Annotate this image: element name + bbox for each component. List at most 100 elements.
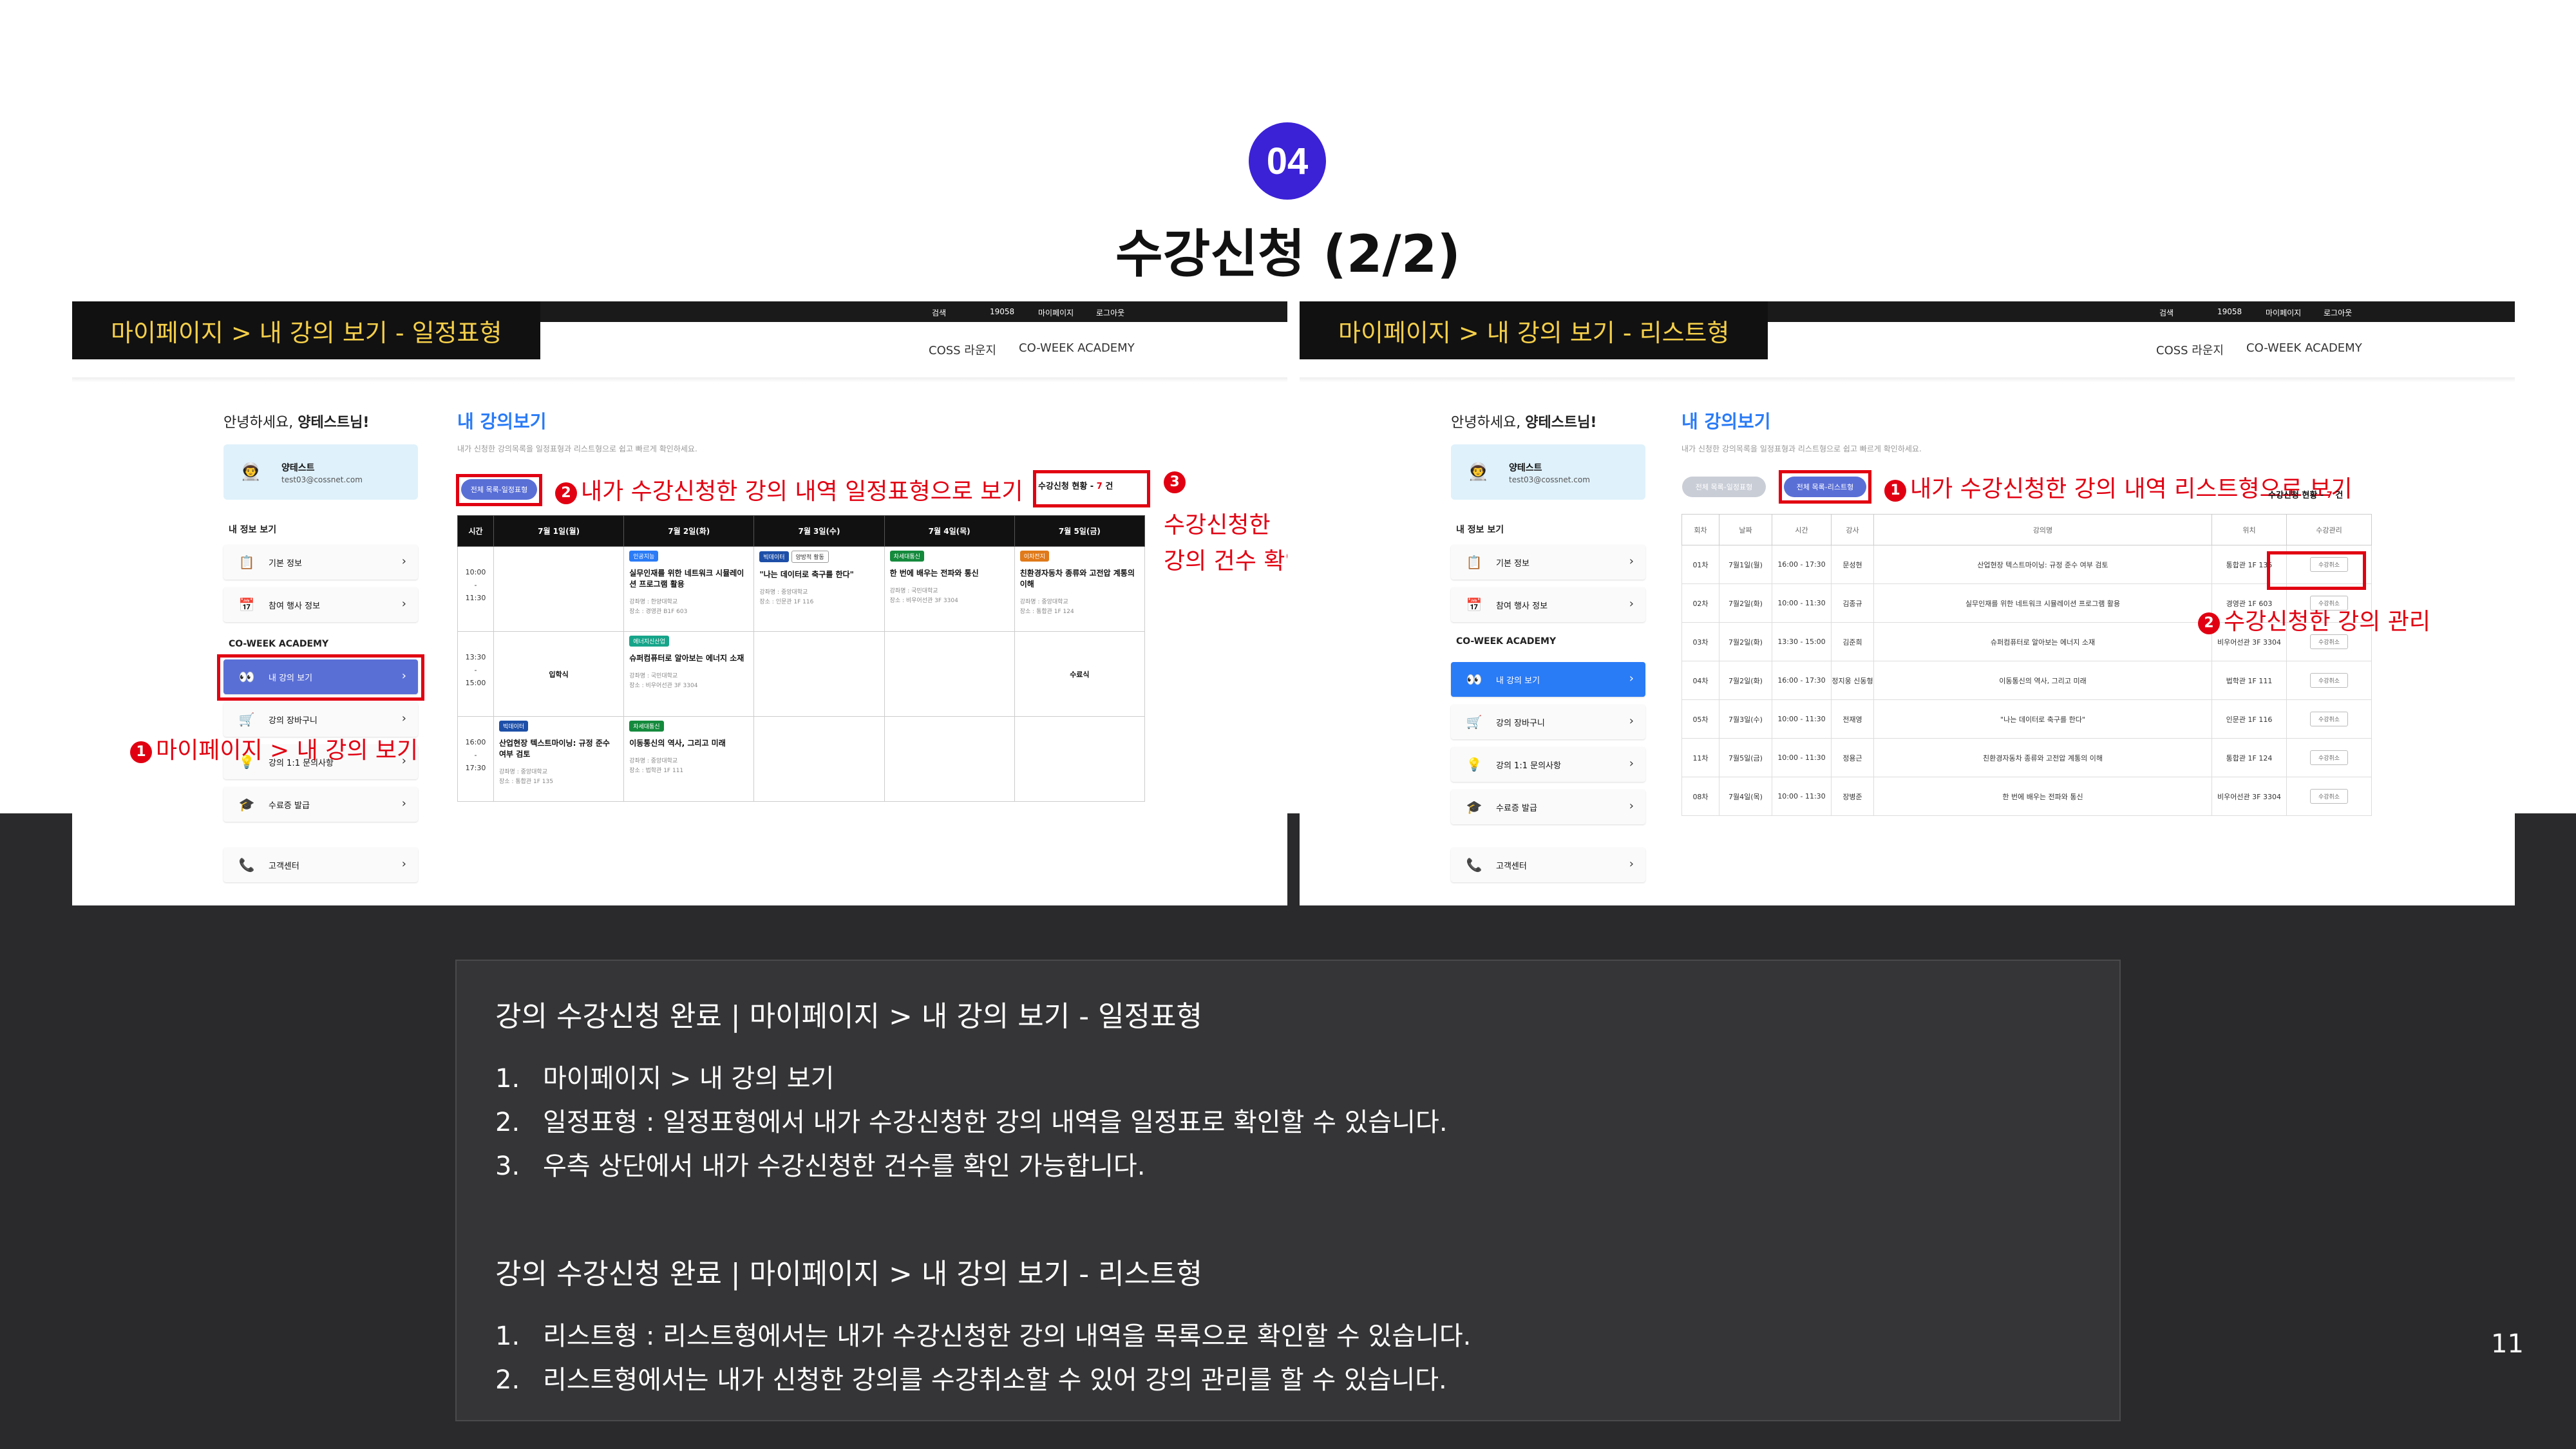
chevron-right-icon: › (1629, 597, 1634, 611)
profile-email: test03@cossnet.com (1509, 475, 1590, 484)
enrollment-count: 수강신청 현황 - 7 건 (2268, 491, 2344, 500)
page-title: 내 강의보기 (1681, 411, 1771, 432)
closing-ceremony: 수료식 (1014, 631, 1146, 717)
opening-ceremony: 입학식 (493, 631, 625, 717)
lecture-cell[interactable]: 이차전지 친환경자동차 종류와 고전압 계통의 이해 강좌명 : 중앙대학교 장소 :… (1014, 546, 1146, 632)
cancel-button[interactable]: 수강취소 (2309, 673, 2349, 688)
logout-link[interactable]: 로그아웃 (2324, 307, 2352, 318)
sidebar-item-basic-info[interactable]: 📋 기본 정보 › (1451, 545, 1645, 580)
sidebar-item-inquiry[interactable]: 💡 강의 1:1 문의사항 › (1451, 747, 1645, 782)
annotation-2: 2 수강신청한 강의 관리 (2198, 603, 2430, 636)
description-box: 강의 수강신청 완료 | 마이페이지 > 내 강의 보기 - 일정표형 1. 마이… (455, 960, 2121, 1421)
cancel-button[interactable]: 수강취소 (2309, 789, 2349, 804)
day-header: 7월 1일(월) (493, 515, 625, 547)
calendar-icon: 📅 (1466, 597, 1482, 612)
mypage-link[interactable]: 마이페이지 (2266, 307, 2301, 318)
sidebar-item-support[interactable]: 📞 고객센터 › (223, 848, 418, 882)
sidebar-item-support[interactable]: 📞 고객센터 › (1451, 848, 1645, 882)
cart-icon: 🛒 (1466, 714, 1482, 730)
chevron-right-icon: › (1629, 714, 1634, 728)
highlight-list-tab (1779, 470, 1871, 504)
nav-coss-lounge[interactable]: COSS 라운지 (929, 341, 996, 358)
sidebar-item-event-info[interactable]: 📅 참여 행사 정보 › (223, 587, 418, 622)
list-item: 1. 마이페이지 > 내 강의 보기 (495, 1064, 835, 1094)
list-view-screenshot: 검색 19058 마이페이지 로그아웃 COSS 라운지 CO-WEEK ACA… (1300, 301, 2515, 905)
page-subtitle: 내가 신청한 강의목록을 일정표형과 리스트형으로 쉽고 빠르게 확인하세요. (457, 444, 697, 453)
lecture-cell[interactable]: 에너지신산업 슈퍼컴퓨터로 알아보는 에너지 소재 강좌명 : 국민대학교 장소 : … (623, 631, 755, 717)
sidebar-item-certificate[interactable]: 🎓 수료증 발급 › (1451, 790, 1645, 824)
chevron-right-icon: › (1629, 672, 1634, 685)
chevron-right-icon: › (401, 857, 406, 871)
lecture-cell[interactable]: 빅데이터 양방적 활동 "나는 데이터로 축구를 한다" 강좌명 : 중앙대학교 장소 … (753, 546, 885, 632)
search-link[interactable]: 검색 (2159, 307, 2174, 318)
annotation-2: 2 내가 수강신청한 강의 내역 일정표형으로 보기 (555, 473, 1023, 506)
empty-cell (493, 546, 625, 632)
section-academy: CO-WEEK ACADEMY (229, 639, 329, 649)
profile-email: test03@cossnet.com (281, 475, 363, 484)
cancel-button[interactable]: 수강취소 (2309, 634, 2349, 649)
section-my-info: 내 정보 보기 (229, 525, 277, 535)
section-heading: 강의 수강신청 완료 | 마이페이지 > 내 강의 보기 - 리스트형 (495, 1258, 1202, 1291)
sidebar-item-my-lectures[interactable]: 👀 내 강의 보기 › (1451, 662, 1645, 697)
bulb-icon: 💡 (1466, 757, 1482, 772)
cancel-button[interactable]: 수강취소 (2309, 712, 2349, 726)
cart-icon: 🛒 (238, 712, 255, 727)
nav-coweek-academy[interactable]: CO-WEEK ACADEMY (1019, 341, 1135, 355)
graduation-cap-icon: 🎓 (238, 797, 255, 812)
graduation-cap-icon: 🎓 (1466, 799, 1482, 815)
avatar-icon: 👨‍🚀 (240, 462, 261, 482)
table-row: 04차 7월2일(화) 16:00 - 17:30 정지웅 신동형 이동통신의 역사, … (1681, 661, 2372, 700)
chevron-right-icon: › (1629, 757, 1634, 770)
column-header: 회차 (1681, 514, 1719, 545)
mypage-link[interactable]: 마이페이지 (1038, 307, 1074, 318)
section-my-info: 내 정보 보기 (1456, 525, 1504, 535)
annotation-3-line2: 강의 건수 확인 (1164, 548, 1287, 574)
greeting: 안녕하세요, 양테스트님! (1451, 415, 1597, 431)
nav-coss-lounge[interactable]: COSS 라운지 (2156, 341, 2224, 358)
highlight-schedule-tab (456, 474, 542, 506)
table-row: 11차 7월5일(금) 10:00 - 11:30 정용근 친환경자동차 종류와 고전압… (1681, 738, 2372, 777)
screenshot-caption: 마이페이지 > 내 강의 보기 - 리스트형 (1300, 301, 1768, 359)
column-header: 수강관리 (2286, 514, 2372, 545)
highlight-cancel-button (2267, 551, 2366, 590)
day-header: 7월 5일(금) (1014, 515, 1146, 547)
nav-coweek-academy[interactable]: CO-WEEK ACADEMY (2246, 341, 2362, 355)
nav-divider (72, 377, 1287, 383)
empty-cell (884, 716, 1015, 802)
annotation-3-number: 3 (1164, 468, 1189, 494)
chevron-right-icon: › (401, 554, 406, 568)
schedule-view-screenshot: 검색 19058 마이페이지 로그아웃 COSS 라운지 CO-WEEK ACA… (72, 301, 1287, 905)
calendar-icon: 📅 (238, 597, 255, 612)
profile-card: 👨‍🚀 양테스트 test03@cossnet.com (1451, 444, 1645, 500)
sidebar-item-event-info[interactable]: 📅 참여 행사 정보 › (1451, 587, 1645, 622)
calendar-icon: 📋 (1466, 554, 1482, 570)
tab-schedule-view[interactable]: 전체 목록-일정표형 (1682, 477, 1766, 497)
section-badge: 04 (1249, 122, 1326, 200)
sidebar-item-basic-info[interactable]: 📋 기본 정보 › (223, 545, 418, 580)
lecture-cell[interactable]: 차세대통신 이동통신의 역사, 그리고 미래 강좌명 : 중앙대학교 장소 : 법학관… (623, 716, 755, 802)
table-row: 08차 7월4일(목) 10:00 - 11:30 장병준 한 번에 배우는 전파와 통… (1681, 777, 2372, 816)
lecture-cell[interactable]: 빅데이터 산업현장 텍스트마이닝: 규정 준수 여부 검토 강좌명 : 중앙대학교 장… (493, 716, 625, 802)
lecture-cell[interactable]: 차세대통신 한 번에 배우는 전파와 통신 강좌명 : 국민대학교 장소 : 비우어선… (884, 546, 1015, 632)
chevron-right-icon: › (401, 797, 406, 810)
lecture-cell[interactable]: 인공지능 실무인재를 위한 네트워크 시뮬레이션 프로그램 활용 강좌명 : 한양대… (623, 546, 755, 632)
time-header: 시간 (457, 515, 494, 547)
cancel-button[interactable]: 수강취소 (2309, 750, 2349, 765)
logout-link[interactable]: 로그아웃 (1096, 307, 1124, 318)
search-link[interactable]: 검색 (932, 307, 946, 318)
list-item: 2. 일정표형 : 일정표형에서 내가 수강신청한 강의 내역을 일정표로 확인할… (495, 1108, 1448, 1137)
nav-divider (1300, 377, 2515, 383)
column-header: 날짜 (1719, 514, 1772, 545)
chevron-right-icon: › (401, 597, 406, 611)
avatar-icon: 👨‍🚀 (1468, 462, 1489, 482)
phone-icon: 📞 (1466, 857, 1482, 873)
sidebar-item-cart[interactable]: 🛒 강의 장바구니 › (1451, 705, 1645, 739)
phone-icon: 📞 (238, 857, 255, 873)
sidebar-item-certificate[interactable]: 🎓 수료증 발급 › (223, 787, 418, 822)
section-heading: 강의 수강신청 완료 | 마이페이지 > 내 강의 보기 - 일정표형 (495, 1000, 1202, 1033)
annotation-1: 1 마이페이지 > 내 강의 보기 (130, 732, 418, 765)
column-header: 위치 (2211, 514, 2287, 545)
eyes-icon: 👀 (1466, 672, 1482, 687)
greeting: 안녕하세요, 양테스트님! (223, 415, 370, 431)
column-header: 강의명 (1873, 514, 2212, 545)
